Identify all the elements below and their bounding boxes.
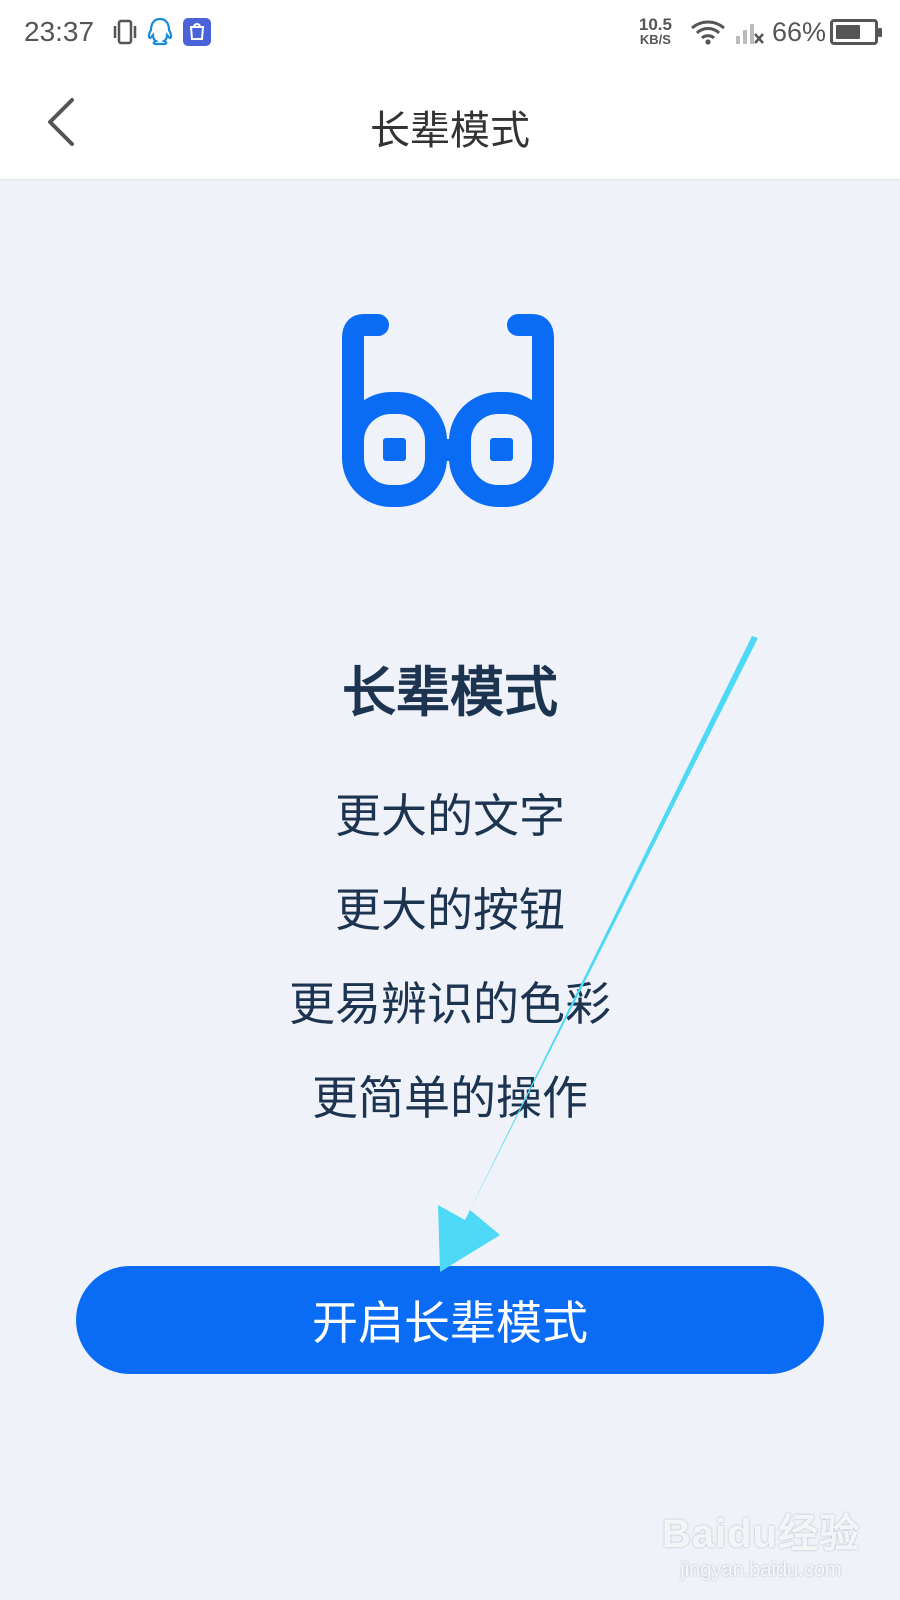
status-bar: 23:37 10.5 KB/S 66% (0, 0, 900, 64)
enable-elder-mode-button[interactable]: 开启长辈模式 (76, 1266, 824, 1374)
feature-item-clearer-colors: 更易辨识的色彩 (289, 977, 611, 1031)
feature-item-larger-text: 更大的文字 (335, 789, 565, 843)
watermark: Baidu经验 jingyan.baidu.com (662, 1501, 860, 1582)
network-speed-value: 10.5 (638, 15, 672, 34)
no-signal-icon (734, 18, 764, 46)
watermark-logo: Baidu经验 (661, 1512, 860, 1556)
feature-item-simpler-operation: 更简单的操作 (312, 1071, 588, 1125)
watermark-url: jingyan.baidu.com (680, 1559, 842, 1581)
battery-icon (830, 19, 882, 45)
status-time: 23:37 (24, 16, 95, 47)
battery-percent: 66% (771, 16, 826, 47)
status-right: 10.5 KB/S 66% (638, 15, 882, 48)
wifi-icon (690, 18, 726, 46)
network-speed-unit: KB/S (639, 32, 671, 47)
network-speed: 10.5 KB/S (638, 15, 672, 47)
feature-item-larger-buttons: 更大的按钮 (335, 883, 565, 937)
battery-fill (836, 25, 860, 39)
vibrate-icon (112, 18, 138, 46)
qq-icon (146, 17, 174, 47)
feature-list: 更大的文字 更大的按钮 更易辨识的色彩 更简单的操作 (0, 790, 900, 1166)
nav-bar: 长辈模式 (0, 64, 900, 180)
glasses-icon (342, 314, 554, 507)
store-app-icon (182, 17, 212, 47)
mode-heading: 长辈模式 (342, 661, 558, 724)
page-title: 长辈模式 (370, 108, 530, 154)
status-left: 23:37 (24, 16, 212, 48)
